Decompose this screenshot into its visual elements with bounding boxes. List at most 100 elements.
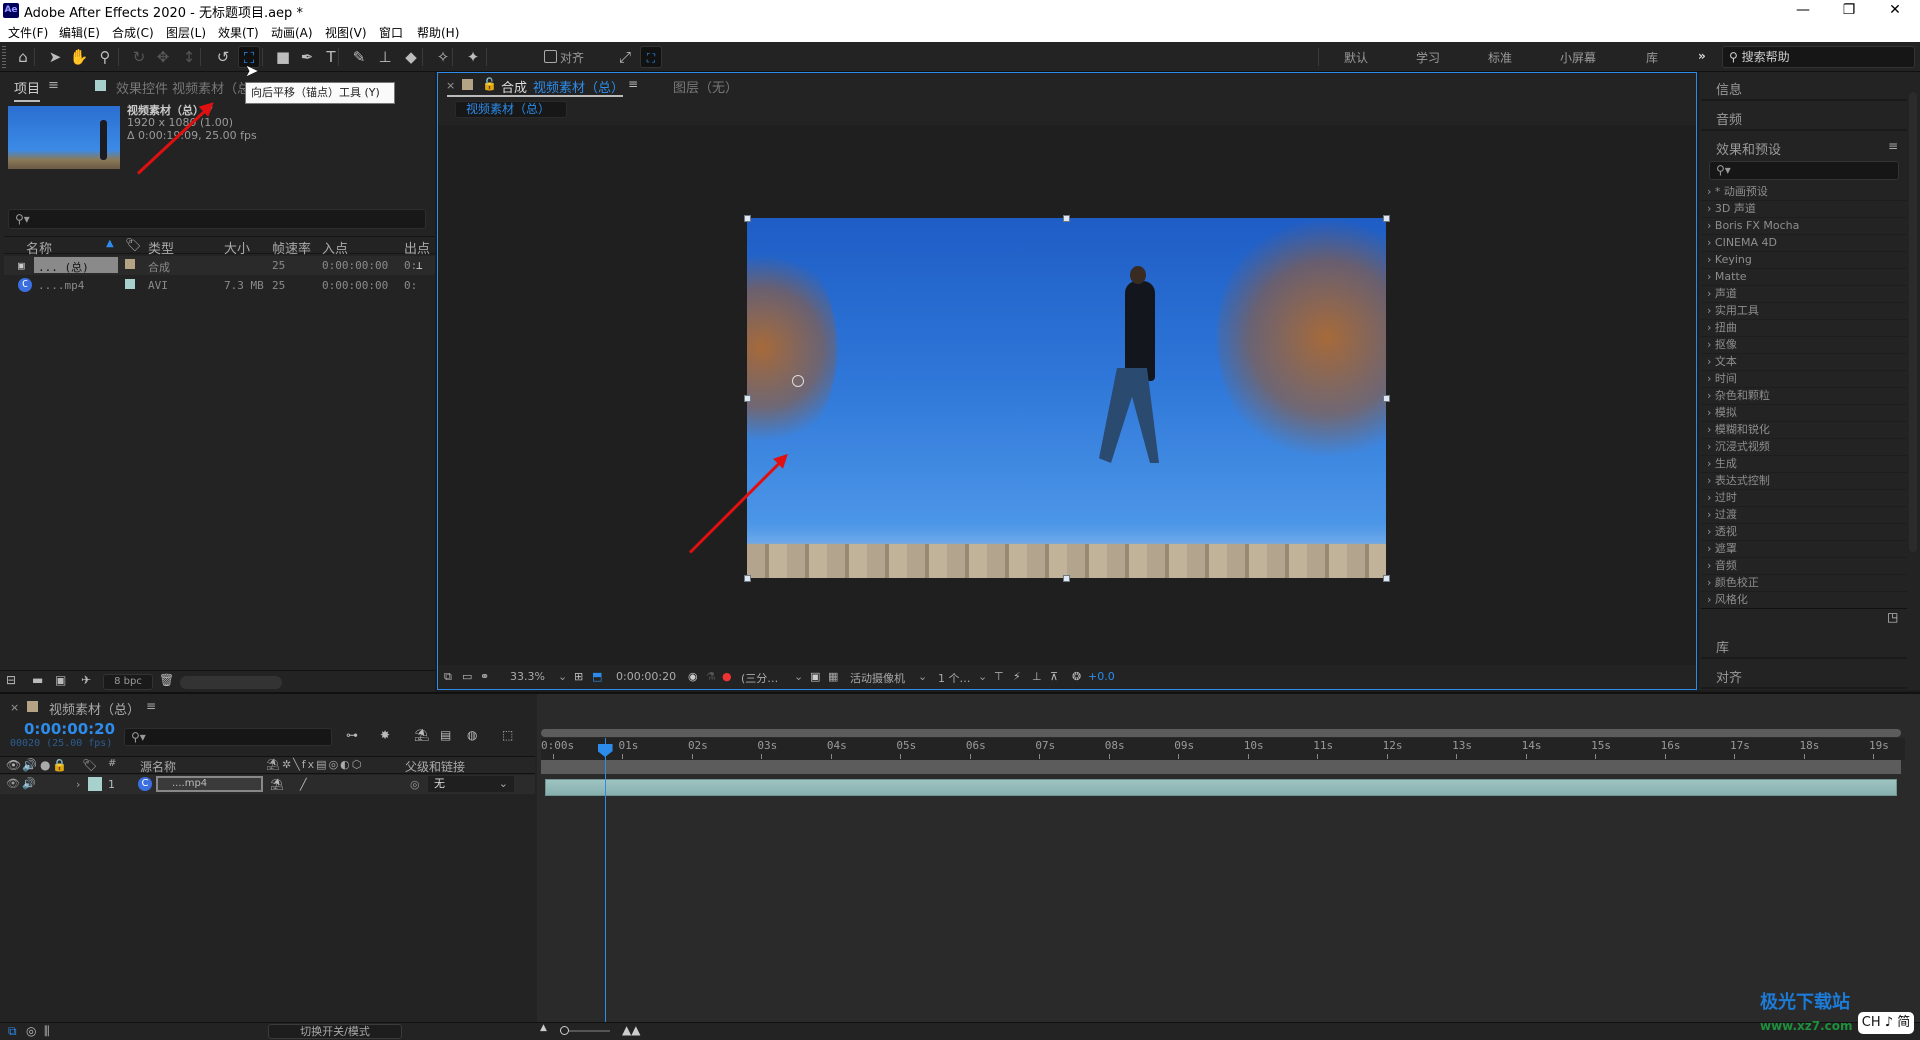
pan-camera-icon[interactable]: ✥	[152, 46, 174, 68]
new-folder-icon[interactable]: ▬	[32, 673, 43, 687]
effect-category-item[interactable]: › 遮罩	[1701, 541, 1907, 558]
col-fps[interactable]: 帧速率	[272, 238, 311, 257]
quality-switch-icon[interactable]: ╱	[300, 778, 307, 791]
col-name[interactable]: 名称	[26, 238, 52, 257]
panel-menu-icon[interactable]: ≡	[146, 699, 156, 713]
effect-category-item[interactable]: › 模糊和锐化	[1701, 422, 1907, 439]
project-row[interactable]: ▣ ... (总) 合成 25 0:00:00:00 0: ⊥	[4, 256, 435, 275]
solo-icon[interactable]: ●	[40, 758, 50, 772]
menu-composition[interactable]: 合成(C)	[112, 24, 154, 41]
effect-category-item[interactable]: › Matte	[1701, 269, 1907, 286]
work-area-bar[interactable]	[541, 760, 1901, 774]
time-navigator[interactable]	[541, 729, 1901, 737]
info-panel-header[interactable]: 信息	[1701, 72, 1907, 101]
chevron-down-icon[interactable]: ⌄	[794, 670, 803, 683]
effect-category-item[interactable]: › CINEMA 4D	[1701, 235, 1907, 252]
more-workspaces-icon[interactable]: »	[1698, 49, 1706, 63]
toggle-transparency-icon[interactable]: ▦	[828, 670, 838, 683]
effect-category-item[interactable]: › 模拟	[1701, 405, 1907, 422]
rotation-tool-icon[interactable]: ↺	[212, 46, 234, 68]
layer-duration-bar[interactable]	[545, 779, 1897, 796]
ime-indicator[interactable]: CH ♪ 简	[1858, 1012, 1914, 1034]
camera-dropdown[interactable]: 活动摄像机	[850, 670, 905, 686]
timeline-search-input[interactable]: ⚲▾	[124, 728, 332, 746]
effect-category-item[interactable]: › 沉浸式视频	[1701, 439, 1907, 456]
flowchart-icon[interactable]: ⊼	[1050, 670, 1058, 683]
effects-search-input[interactable]: ⚲▾	[1709, 161, 1899, 180]
close-tab-icon[interactable]: ×	[446, 79, 455, 92]
col-source-name[interactable]: 源名称	[140, 758, 176, 775]
panel-menu-icon[interactable]: ≡	[1888, 139, 1898, 153]
align-panel-header[interactable]: 对齐	[1701, 660, 1907, 689]
composition-frame[interactable]	[747, 218, 1386, 578]
effect-category-item[interactable]: › * 动画预设	[1701, 184, 1907, 201]
toggle-switches-modes-button[interactable]: 切换开关/模式	[268, 1024, 402, 1039]
hand-tool-icon[interactable]: ✋	[68, 46, 90, 68]
snap-fit-icon[interactable]: ⛶	[640, 46, 662, 68]
pick-whip-icon[interactable]: ◎	[410, 778, 420, 791]
workspace-default[interactable]: 默认	[1344, 49, 1368, 66]
menu-layer[interactable]: 图层(L)	[166, 24, 206, 41]
timeline-icon[interactable]: ⊥	[1032, 670, 1042, 683]
menu-window[interactable]: 窗口	[379, 24, 403, 41]
panel-menu-icon[interactable]: ≡	[48, 78, 59, 93]
layer-switches-icon[interactable]: ⧉	[8, 1024, 17, 1039]
current-time-field[interactable]: 0:00:00:20	[616, 670, 676, 683]
help-search-input[interactable]: ⚲ 搜索帮助	[1722, 46, 1915, 68]
expand-chevron-icon[interactable]: ›	[76, 778, 80, 791]
flowchart-icon[interactable]: ⊥	[416, 259, 423, 272]
effect-category-item[interactable]: › 实用工具	[1701, 303, 1907, 320]
workspace-small-screen[interactable]: 小屏幕	[1560, 49, 1596, 66]
tab-project[interactable]: 项目	[14, 78, 41, 102]
effect-category-item[interactable]: › 抠像	[1701, 337, 1907, 354]
label-swatch[interactable]	[125, 259, 135, 269]
effects-scrollbar[interactable]	[1909, 92, 1917, 552]
col-type[interactable]: 类型	[148, 238, 174, 257]
resolution-dropdown[interactable]: (三分…	[741, 670, 778, 686]
layer-label-swatch[interactable]	[88, 777, 102, 791]
zoom-slider-thumb[interactable]	[560, 1026, 569, 1035]
menu-effect[interactable]: 效果(T)	[218, 24, 259, 41]
monitor-icon[interactable]: ▭	[462, 670, 472, 683]
graph-editor-icon[interactable]: ⬚	[502, 728, 513, 742]
clone-stamp-tool-icon[interactable]: ⊥	[374, 46, 396, 68]
fast-previews-icon[interactable]: ▣	[810, 670, 820, 683]
time-ruler[interactable]: 0:00s 01s 02s 03s 04s 05s 06s 07s 08s 09s 10s 11s 12…	[541, 738, 1905, 760]
minimize-icon[interactable]: —	[1780, 0, 1826, 21]
show-snapshot-icon[interactable]: ⚗	[706, 670, 716, 683]
transfer-controls-icon[interactable]: ◎	[26, 1024, 36, 1038]
col-out-point[interactable]: 出点	[404, 238, 430, 257]
video-switch-icon[interactable]: 👁	[6, 777, 20, 790]
composition-viewer[interactable]	[438, 125, 1696, 665]
roto-brush-tool-icon[interactable]: ✧	[432, 46, 454, 68]
parent-dropdown[interactable]: 无 ⌄	[428, 776, 514, 792]
layer-viewer-tab[interactable]: 图层（无）	[673, 77, 738, 96]
menu-view[interactable]: 视图(V)	[325, 24, 367, 41]
lock-icon[interactable]: 🔒	[52, 758, 67, 772]
region-of-interest-icon[interactable]: ⊞	[574, 670, 583, 683]
effect-category-item[interactable]: › 风格化	[1701, 592, 1907, 609]
shy-layers-icon[interactable]: ⛱	[414, 728, 429, 742]
transform-handle[interactable]	[1383, 215, 1390, 222]
effect-category-item[interactable]: › 表达式控制	[1701, 473, 1907, 490]
views-dropdown[interactable]: 1 个…	[938, 670, 971, 686]
transform-handle[interactable]	[744, 395, 751, 402]
dolly-camera-icon[interactable]: ↕	[178, 46, 200, 68]
menu-file[interactable]: 文件(F)	[8, 24, 48, 41]
current-time-display[interactable]: 0:00:00:20	[24, 720, 115, 738]
draft-3d-icon[interactable]: ✸	[380, 728, 390, 742]
effect-category-item[interactable]: › 音频	[1701, 558, 1907, 575]
always-preview-icon[interactable]: ⧉	[444, 670, 452, 684]
transform-handle[interactable]	[1063, 215, 1070, 222]
in-out-stretch-icon[interactable]: ⫼	[44, 1024, 50, 1039]
home-icon[interactable]: ⌂	[12, 46, 34, 68]
item-name[interactable]: ....mp4	[38, 279, 84, 292]
chevron-down-icon[interactable]: ⌄	[918, 670, 927, 683]
interpret-footage-icon[interactable]: ⊟	[6, 673, 16, 687]
mask-visibility-icon[interactable]: ⚭	[480, 670, 489, 683]
menu-animation[interactable]: 动画(A)	[271, 24, 313, 41]
chevron-down-icon[interactable]: ⌄	[978, 670, 987, 683]
effect-category-item[interactable]: › 透视	[1701, 524, 1907, 541]
frame-blending-icon[interactable]: ▤	[440, 728, 451, 742]
item-name[interactable]: ... (总)	[34, 257, 118, 274]
